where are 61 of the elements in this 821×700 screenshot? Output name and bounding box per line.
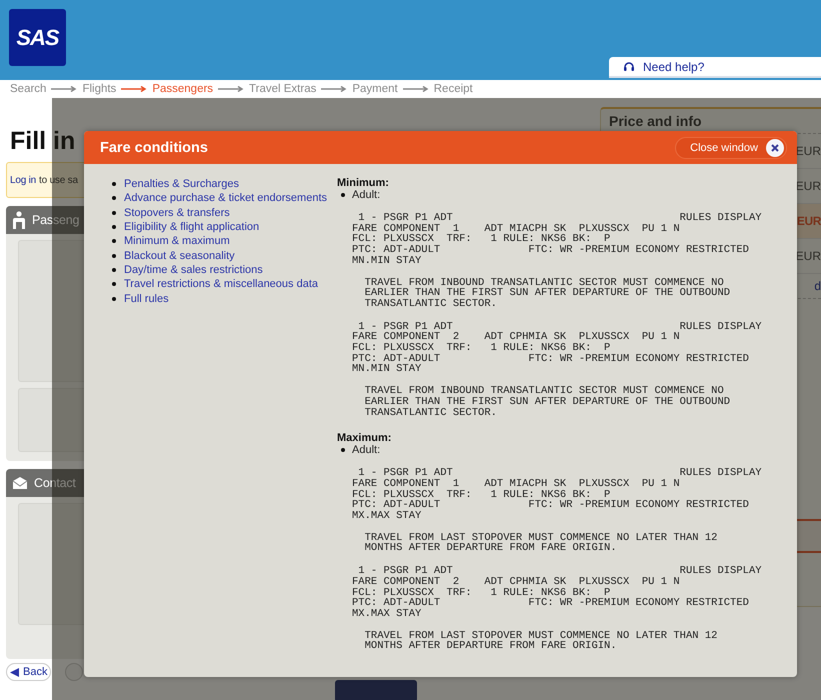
rule-link[interactable]: Stopovers & transfers [124,206,230,219]
back-button[interactable]: Back [6,663,52,681]
close-window-button[interactable]: Close window [675,136,787,158]
passenger-type: Adult: [352,189,380,201]
person-icon [12,211,26,229]
bullet-icon [341,448,345,452]
dialog-title: Fare conditions [100,140,208,156]
close-icon [766,138,784,156]
rule-link[interactable]: Blackout & seasonality [124,250,235,262]
rules-text: 1 - PSGR P1 ADT RULES DISPLAY FARE COMPONENT 2 ADT CPHMIA SK PLXUSSCX PU 1 N FCL: PLXUSSCX TRF: 1 RULE: NKS6 BK: P PTC: ADT-ADULT FTC: WR -PREMIUM ECONOMY RESTRICTED MN.MIN STAY [352,322,763,376]
rule-link[interactable]: Full rules [124,292,169,305]
panel-title: Contact [34,476,76,490]
section-heading: Minimum: [337,177,390,189]
dark-button[interactable] [335,680,417,700]
rule-note: TRAVEL FROM LAST STOPOVER MUST COMMENCE NO LATER THAN 12 MONTHS AFTER DEPARTURE FROM FARE ORIGIN. [364,532,718,554]
rules-text: 1 - PSGR P1 ADT RULES DISPLAY FARE COMPONENT 2 ADT CPHMIA SK PLXUSSCX PU 1 N FCL: PLXUSSCX TRF: 1 RULE: NKS6 BK: P PTC: ADT-ADULT FTC: WR -PREMIUM ECONOMY RESTRICTED MX.MAX STAY [352,566,763,620]
logo[interactable]: SAS [9,9,66,66]
round-button[interactable] [65,663,84,681]
bullet-icon [112,296,116,301]
step-label: Flights [82,83,116,95]
arrow-icon [402,86,429,92]
step-label: Travel Extras [249,83,316,95]
rule-link[interactable]: Advance purchase & ticket endorsements [124,192,328,204]
rule-link[interactable]: Eligibility & flight application [124,221,260,234]
price-amount: EUR [796,214,821,228]
bullet-icon [341,193,345,197]
bullet-icon [112,254,116,258]
bullet-icon [112,282,116,286]
bullet-icon [112,225,116,230]
arrow-icon [218,86,244,92]
passenger-type: Adult: [352,444,380,456]
headset-icon [623,60,635,72]
rule-link[interactable]: Day/time & sales restrictions [124,264,263,276]
envelope-icon [12,476,28,490]
help-link[interactable]: Need help? [609,57,821,78]
bullet-icon [112,268,116,272]
rules-text: 1 - PSGR P1 ADT RULES DISPLAY FARE COMPONENT 1 ADT MIACPH SK PLXUSSCX PU 1 N FCL: PLXUSSCX TRF: 1 RULE: NKS6 BK: P PTC: ADT-ADULT FTC: WR -PREMIUM ECONOMY RESTRICTED MN.MIN STAY [352,213,763,267]
rule-note: TRAVEL FROM LAST STOPOVER MUST COMMENCE NO LATER THAN 12 MONTHS AFTER DEPARTURE FROM FARE ORIGIN. [364,630,718,652]
rule-note: TRAVEL FROM INBOUND TRANSATLANTIC SECTOR MUST COMMENCE NO EARLIER THAN THE FIRST SUN AFTER DEPARTURE OF THE OUTBOUND TRANSATLANTIC SECTOR. [364,278,732,310]
rule-link[interactable]: Travel restrictions & miscellaneous data [124,278,318,290]
rule-note: TRAVEL FROM INBOUND TRANSATLANTIC SECTOR MUST COMMENCE NO EARLIER THAN THE FIRST SUN AFTER DEPARTURE OF THE OUTBOUND TRANSATLANTIC SECTOR. [364,386,732,418]
bullet-icon [112,210,116,215]
arrow-icon [321,86,348,92]
step-label: Passengers [152,83,214,95]
bullet-icon [112,182,116,186]
step-label: Search [10,83,46,95]
left-triangle-icon [10,668,19,676]
step-label: Payment [352,83,398,95]
panel-title: Passeng [32,213,80,227]
bullet-icon [112,196,116,200]
arrow-icon [121,86,148,92]
step-label: Receipt [434,83,473,95]
page-title: Fill in [10,128,76,154]
section-heading: Maximum: [337,432,392,444]
rules-text: 1 - PSGR P1 ADT RULES DISPLAY FARE COMPONENT 1 ADT MIACPH SK PLXUSSCX PU 1 N FCL: PLXUSSCX TRF: 1 RULE: NKS6 BK: P PTC: ADT-ADULT FTC: WR -PREMIUM ECONOMY RESTRICTED MX.MAX STAY [352,468,763,522]
rule-link[interactable]: Penalties & Surcharges [124,178,239,190]
login-link[interactable]: Log in [10,174,36,186]
price-link[interactable]: d [814,279,821,293]
rule-link[interactable]: Minimum & maximum [124,235,230,248]
bullet-icon [112,239,116,244]
arrow-icon [51,86,78,92]
